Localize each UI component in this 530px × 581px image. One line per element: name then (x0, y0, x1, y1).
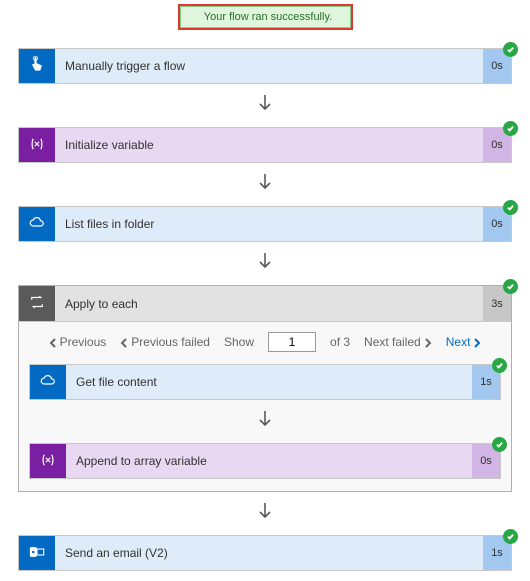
touch-icon (28, 56, 46, 77)
outlook-icon (28, 543, 46, 564)
cloud-icon (28, 214, 46, 235)
step-label: Initialize variable (65, 138, 154, 152)
success-banner: Your flow ran successfully. (178, 4, 353, 30)
variable-icon (39, 451, 57, 472)
step-apply-to-each[interactable]: Apply to each 3s (19, 286, 511, 322)
step-trigger[interactable]: Manually trigger a flow 0s (18, 48, 512, 84)
step-time: 0s (491, 218, 503, 230)
cloud-icon (39, 372, 57, 393)
apply-to-each-container: Apply to each 3s Previous Previous faile… (18, 285, 512, 492)
step-label: Apply to each (65, 297, 138, 311)
pager-previous[interactable]: Previous (49, 335, 107, 349)
chevron-right-icon (424, 337, 432, 347)
step-label: List files in folder (65, 217, 154, 231)
step-label: Append to array variable (76, 454, 207, 468)
arrow-down-icon (258, 410, 272, 433)
success-badge-icon (492, 437, 507, 452)
step-time: 1s (491, 547, 503, 559)
pager-index-input[interactable] (268, 332, 316, 352)
success-badge-icon (503, 121, 518, 136)
chevron-left-icon (49, 337, 57, 347)
arrow-down-icon (258, 94, 272, 117)
pager-of-text: of 3 (330, 335, 350, 349)
success-badge-icon (492, 358, 507, 373)
chevron-left-icon (120, 337, 128, 347)
arrow-down-icon (258, 173, 272, 196)
pager-show-label: Show (224, 335, 254, 349)
step-label: Get file content (76, 375, 157, 389)
step-time: 3s (491, 298, 503, 310)
step-append-array[interactable]: Append to array variable 0s (29, 443, 501, 479)
step-label: Manually trigger a flow (65, 59, 185, 73)
success-badge-icon (503, 200, 518, 215)
step-get-file-content[interactable]: Get file content 1s (29, 364, 501, 400)
step-list-files[interactable]: List files in folder 0s (18, 206, 512, 242)
arrow-down-icon (258, 502, 272, 525)
arrow-down-icon (258, 252, 272, 275)
success-badge-icon (503, 42, 518, 57)
chevron-right-icon (473, 337, 481, 347)
step-time: 0s (491, 60, 503, 72)
pager-next[interactable]: Next (446, 335, 482, 349)
pager-previous-failed[interactable]: Previous failed (120, 335, 210, 349)
step-label: Send an email (V2) (65, 546, 168, 560)
variable-icon (28, 135, 46, 156)
step-time: 0s (491, 139, 503, 151)
success-text: Your flow ran successfully. (204, 11, 332, 23)
success-badge-icon (503, 529, 518, 544)
success-badge-icon (503, 279, 518, 294)
step-initialize-variable[interactable]: Initialize variable 0s (18, 127, 512, 163)
loop-icon (28, 293, 46, 314)
step-time: 0s (480, 455, 492, 467)
pager-next-failed[interactable]: Next failed (364, 335, 432, 349)
iteration-pager: Previous Previous failed Show of 3 Next … (19, 322, 511, 364)
step-time: 1s (480, 376, 492, 388)
step-send-email[interactable]: Send an email (V2) 1s (18, 535, 512, 571)
